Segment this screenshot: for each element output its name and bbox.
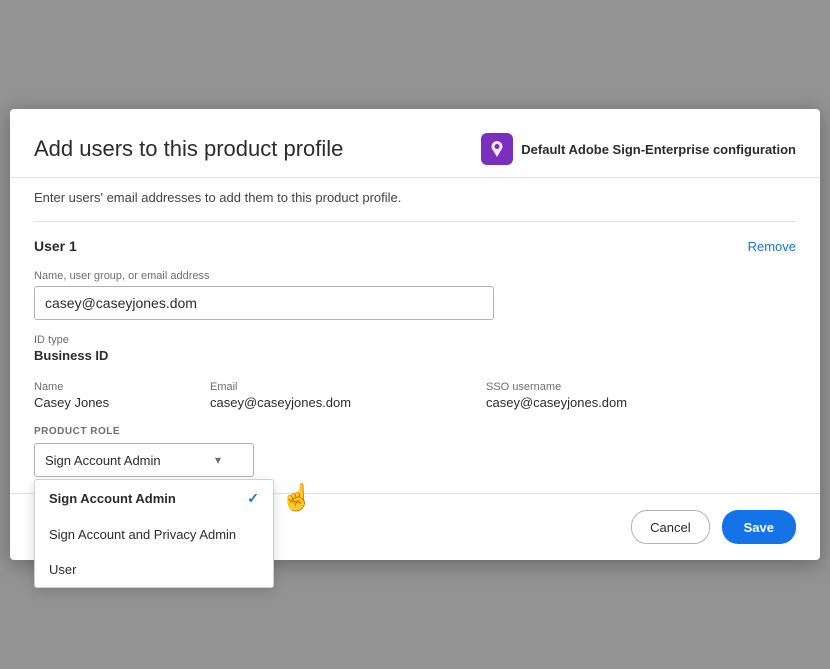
modal-container: Add users to this product profile Defaul…	[10, 109, 820, 560]
modal-overlay: Add users to this product profile Defaul…	[0, 0, 830, 669]
role-select-wrapper: Sign Account Admin ▾ Sign Account Admin …	[34, 443, 254, 477]
id-type-value: Business ID	[34, 348, 796, 363]
dropdown-item-sign-privacy-admin[interactable]: Sign Account and Privacy Admin	[35, 517, 273, 552]
name-label: Name	[34, 381, 194, 393]
check-icon: ✓	[247, 490, 259, 507]
dropdown-item-label: User	[49, 562, 76, 577]
modal-subtitle: Enter users' email addresses to add them…	[10, 178, 820, 205]
dropdown-item-label: Sign Account and Privacy Admin	[49, 527, 236, 542]
sso-value: casey@caseyjones.dom	[486, 395, 796, 410]
chevron-down-icon: ▾	[215, 453, 221, 467]
email-field-label: Name, user group, or email address	[34, 270, 796, 282]
modal-header: Add users to this product profile Defaul…	[10, 109, 820, 178]
user1-section-header: User 1 Remove	[34, 238, 796, 254]
name-col: Name Casey Jones	[34, 381, 194, 410]
dropdown-item-user[interactable]: User	[35, 552, 273, 587]
save-button[interactable]: Save	[722, 510, 796, 544]
product-name: Default Adobe Sign-Enterprise configurat…	[521, 142, 796, 157]
role-dropdown-menu: Sign Account Admin ✓ Sign Account and Pr…	[34, 479, 274, 588]
user-info-grid: Name Casey Jones Email casey@caseyjones.…	[34, 381, 796, 410]
product-role-section: PRODUCT ROLE Sign Account Admin ▾ Sign A…	[34, 426, 796, 477]
product-badge: Default Adobe Sign-Enterprise configurat…	[481, 133, 796, 165]
role-selected-label: Sign Account Admin	[45, 453, 161, 468]
remove-button[interactable]: Remove	[748, 239, 796, 254]
user1-label: User 1	[34, 238, 77, 254]
modal-body: User 1 Remove Name, user group, or email…	[10, 222, 820, 493]
sso-label: SSO username	[486, 381, 796, 393]
email-col: Email casey@caseyjones.dom	[210, 381, 470, 410]
name-value: Casey Jones	[34, 395, 194, 410]
email-label: Email	[210, 381, 470, 393]
dropdown-item-label: Sign Account Admin	[49, 491, 176, 506]
cancel-button[interactable]: Cancel	[631, 510, 709, 544]
email-value: casey@caseyjones.dom	[210, 395, 470, 410]
modal-title: Add users to this product profile	[34, 136, 343, 162]
product-role-label: PRODUCT ROLE	[34, 426, 796, 437]
sso-col: SSO username casey@caseyjones.dom	[486, 381, 796, 410]
id-type-section: ID type Business ID	[34, 334, 796, 363]
id-type-label: ID type	[34, 334, 796, 346]
role-select-button[interactable]: Sign Account Admin ▾	[34, 443, 254, 477]
adobe-sign-icon	[481, 133, 513, 165]
user1-email-field-group: Name, user group, or email address	[34, 270, 796, 320]
user1-email-input[interactable]	[34, 286, 494, 320]
dropdown-item-sign-account-admin[interactable]: Sign Account Admin ✓	[35, 480, 273, 517]
